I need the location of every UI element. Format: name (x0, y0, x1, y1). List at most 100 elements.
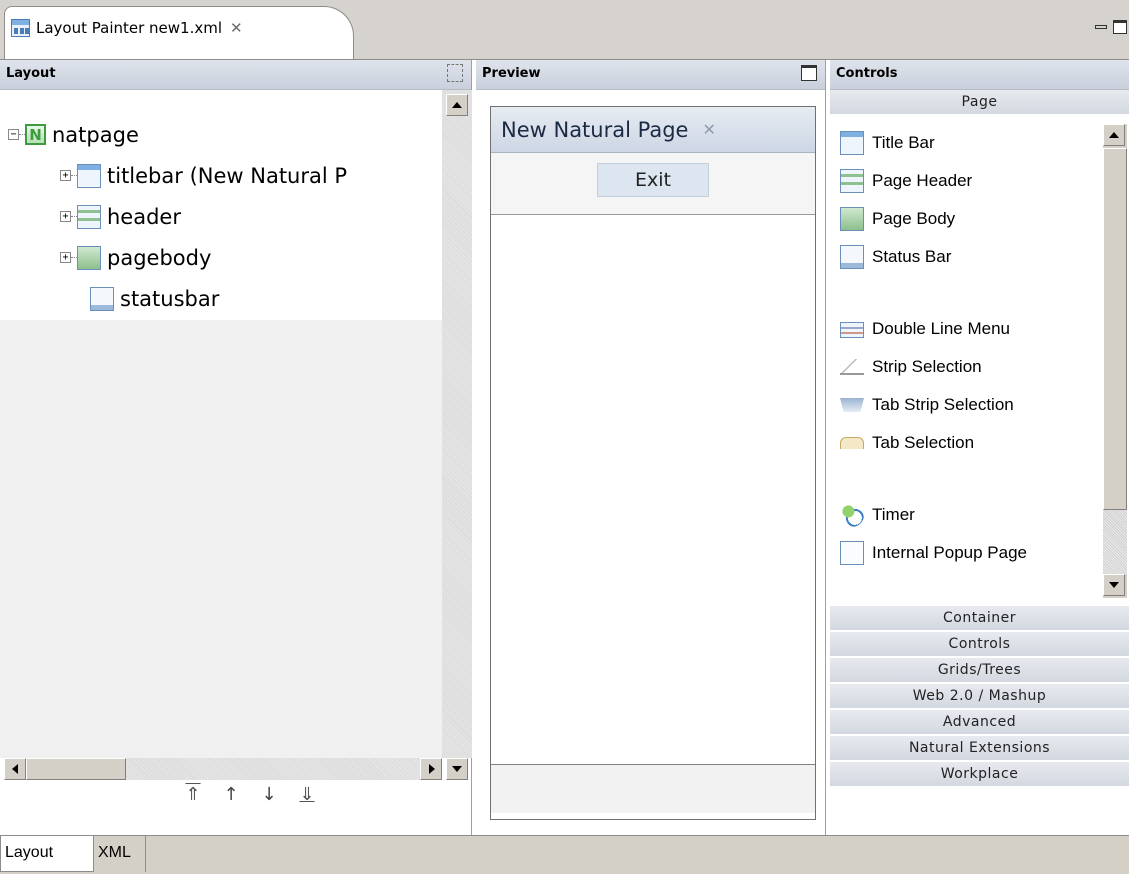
move-to-bottom-icon[interactable]: ⇓ (297, 784, 317, 820)
tab-selection-icon (840, 437, 864, 449)
layout-tree: − N natpage + titlebar (New Natural P + … (0, 90, 442, 758)
layout-painter-icon (11, 19, 30, 37)
palette-group-advanced[interactable]: Advanced (830, 710, 1129, 736)
editor-tab-layout-painter[interactable]: Layout Painter new1.xml ✕ (4, 6, 354, 60)
tree-node-label: header (107, 204, 181, 229)
tree-node-statusbar[interactable]: statusbar (0, 278, 442, 319)
arrow-down-icon (452, 766, 462, 772)
palette-item-tab-selection[interactable]: Tab Selection (840, 424, 1100, 462)
popup-page-icon (840, 541, 864, 565)
layout-pane-header: Layout (0, 60, 471, 90)
tree-node-label: natpage (52, 122, 139, 147)
palette-item-status-bar[interactable]: Status Bar (840, 238, 1100, 276)
scroll-down-button[interactable] (446, 758, 468, 780)
palette-group-controls[interactable]: Controls (830, 632, 1129, 658)
layout-horizontal-scrollbar[interactable] (4, 758, 442, 780)
move-buttons: ⇑ ↑ ↓ ⇓ (0, 784, 472, 820)
preview-titlebar[interactable]: New Natural Page ✕ (491, 107, 815, 153)
scroll-thumb[interactable] (26, 758, 126, 780)
palette-item-tab-strip-selection[interactable]: Tab Strip Selection (840, 386, 1100, 424)
tree-node-label: statusbar (120, 286, 220, 311)
bottom-tab-bar: Layout XML (0, 835, 1129, 874)
expand-icon[interactable]: + (60, 252, 71, 263)
palette-item-title-bar[interactable]: Title Bar (840, 124, 1100, 162)
palette-list-page: Title Bar Page Header Page Body Status B… (830, 116, 1129, 606)
titlebar-icon (77, 163, 101, 188)
preview-header[interactable]: Exit (491, 153, 815, 215)
titlebar-icon (840, 131, 864, 155)
minimize-icon[interactable] (1095, 25, 1107, 29)
tree-node-label: pagebody (107, 245, 212, 270)
preview-page: New Natural Page ✕ Exit (490, 106, 816, 820)
palette-item-strip-selection[interactable]: Strip Selection (840, 348, 1100, 386)
collapse-icon[interactable]: − (8, 129, 19, 140)
tree-node-titlebar[interactable]: + titlebar (New Natural P (0, 155, 442, 196)
arrow-left-icon (12, 764, 18, 774)
move-up-icon[interactable]: ↑ (221, 784, 241, 820)
arrow-up-icon (452, 102, 462, 108)
palette-item-page-body[interactable]: Page Body (840, 200, 1100, 238)
tree-node-label: titlebar (New Natural P (107, 163, 348, 188)
tab-xml[interactable]: XML (94, 836, 146, 872)
preview-pagebody[interactable] (491, 215, 815, 765)
tree-node-pagebody[interactable]: + pagebody (0, 237, 442, 278)
tree-node-header[interactable]: + header (0, 196, 442, 237)
tab-strip-selection-icon (840, 398, 864, 412)
restore-icon[interactable] (447, 64, 463, 82)
move-down-icon[interactable]: ↓ (259, 784, 279, 820)
timer-icon (840, 503, 864, 527)
preview-pane-title: Preview (482, 66, 541, 81)
layout-pane-title: Layout (6, 66, 56, 81)
palette-item-double-line-menu[interactable]: Double Line Menu (840, 310, 1100, 348)
scroll-down-button[interactable] (1103, 574, 1125, 596)
scroll-right-button[interactable] (420, 758, 442, 780)
maximize-icon[interactable] (1113, 20, 1127, 34)
natpage-icon: N (25, 124, 46, 145)
arrow-down-icon (1109, 582, 1119, 588)
palette-group-workplace[interactable]: Workplace (830, 762, 1129, 788)
scroll-up-button[interactable] (1103, 124, 1125, 146)
palette-item-timer[interactable]: Timer (840, 496, 1100, 534)
arrow-up-icon (1109, 132, 1119, 138)
palette-scrollbar[interactable] (1103, 124, 1127, 598)
scroll-left-button[interactable] (4, 758, 26, 780)
scroll-thumb[interactable] (1103, 148, 1127, 510)
pagebody-icon (77, 245, 101, 270)
status-bar-icon (840, 245, 864, 269)
double-line-menu-icon (840, 322, 864, 338)
tab-layout[interactable]: Layout (0, 836, 94, 872)
expand-icon[interactable]: + (60, 211, 71, 222)
palette-item-page-header[interactable]: Page Header (840, 162, 1100, 200)
scroll-up-button[interactable] (446, 94, 468, 116)
statusbar-icon (90, 286, 114, 311)
editor-tab-title: Layout Painter new1.xml (36, 19, 223, 37)
close-icon[interactable]: ✕ (230, 19, 243, 37)
tree-node-natpage[interactable]: − N natpage (0, 114, 442, 155)
palette-group-natural-extensions[interactable]: Natural Extensions (830, 736, 1129, 762)
expand-icon[interactable]: + (60, 170, 71, 181)
preview-page-title: New Natural Page (501, 117, 689, 142)
palette-group-grids-trees[interactable]: Grids/Trees (830, 658, 1129, 684)
palette-item-internal-popup-page[interactable]: Internal Popup Page (840, 534, 1100, 572)
maximize-icon[interactable] (801, 65, 817, 81)
arrow-right-icon (429, 764, 435, 774)
move-to-top-icon[interactable]: ⇑ (183, 784, 203, 820)
editor-tab-bar: Layout Painter new1.xml ✕ (0, 0, 1129, 60)
palette-group-page[interactable]: Page (830, 90, 1129, 116)
strip-selection-icon (840, 359, 864, 375)
controls-pane: Controls Page Title Bar Page Header Page… (830, 60, 1129, 836)
layout-vertical-scrollbar[interactable] (442, 90, 472, 780)
preview-pane: Preview New Natural Page ✕ Exit (476, 60, 826, 836)
palette-group-container[interactable]: Container (830, 606, 1129, 632)
header-icon (77, 204, 101, 229)
preview-statusbar[interactable] (491, 765, 815, 813)
page-body-icon (840, 207, 864, 231)
controls-pane-header: Controls (830, 60, 1129, 90)
window-controls (1095, 20, 1127, 34)
preview-pane-header: Preview (476, 60, 825, 90)
close-icon: ✕ (702, 120, 716, 139)
page-header-icon (840, 169, 864, 193)
exit-button[interactable]: Exit (597, 163, 709, 197)
palette-group-web-mashup[interactable]: Web 2.0 / Mashup (830, 684, 1129, 710)
layout-pane: Layout − N natpage + titlebar (New Natur… (0, 60, 472, 836)
